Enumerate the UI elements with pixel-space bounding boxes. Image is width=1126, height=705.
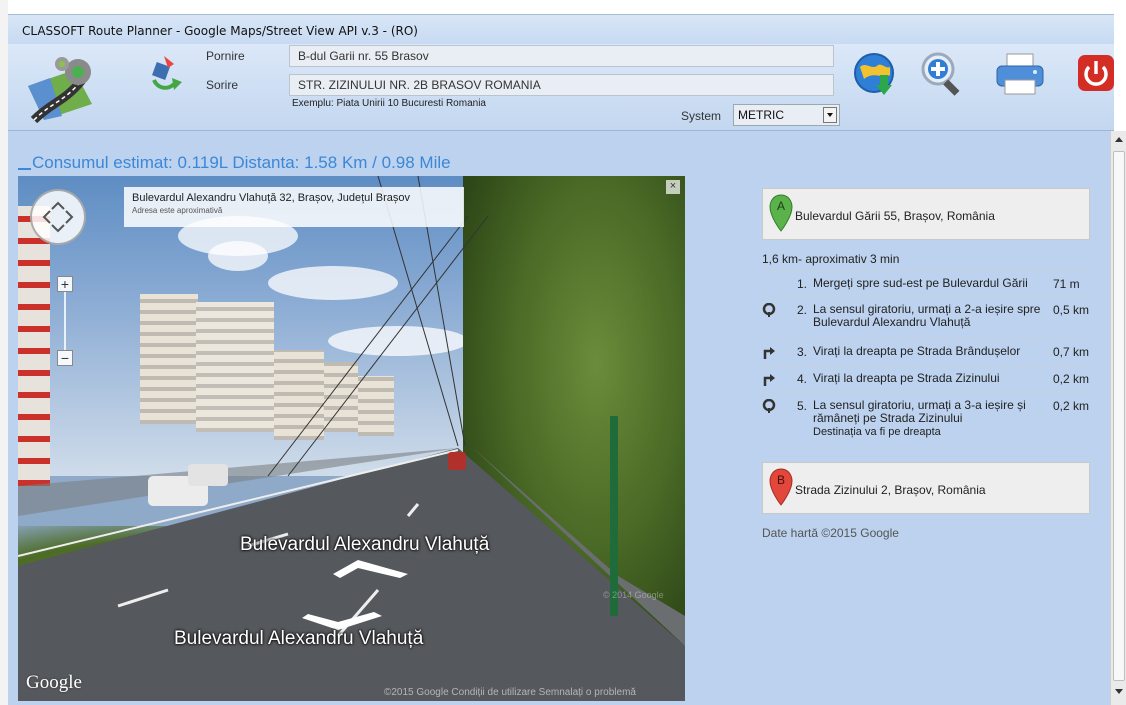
- estimate-text: Consumul estimat: 0.119L Distanta: 1.58 …: [32, 153, 451, 172]
- globe-download-icon[interactable]: [852, 51, 898, 97]
- scroll-up-icon[interactable]: [1115, 137, 1123, 142]
- step-number: 4.: [796, 372, 807, 386]
- divider: [762, 270, 1090, 271]
- app-window: CLASSOFT Route Planner - Google Maps/Str…: [0, 0, 1126, 705]
- google-logo: Google: [26, 672, 82, 693]
- map-terms[interactable]: ©2015 Google Condiții de utilizare Semna…: [384, 687, 636, 698]
- swap-route-icon[interactable]: [148, 54, 190, 96]
- step-distance: 0,2 km: [1053, 372, 1090, 386]
- step-distance: 71 m: [1053, 277, 1080, 291]
- scroll-down-icon[interactable]: [1115, 689, 1123, 694]
- printer-icon[interactable]: [995, 52, 1047, 96]
- zoom-in-button[interactable]: +: [57, 276, 73, 292]
- start-label: Pornire: [206, 49, 245, 63]
- step-2[interactable]: 2. La sensul giratoriu, urmați a 2-a ieș…: [762, 303, 1090, 339]
- vertical-scrollbar[interactable]: [1110, 131, 1126, 705]
- chevron-down-icon[interactable]: [823, 107, 837, 123]
- step-text: La sensul giratoriu, urmați a 3-a ieșire…: [813, 398, 1026, 425]
- step-number: 2.: [796, 303, 807, 317]
- power-icon[interactable]: [1076, 52, 1116, 96]
- step-1[interactable]: 1. Mergeți spre sud-est pe Bulevardul Gă…: [762, 277, 1090, 295]
- road-surface: [18, 176, 685, 701]
- scrollbar-thumb[interactable]: [1113, 151, 1125, 681]
- window-title: CLASSOFT Route Planner - Google Maps/Str…: [22, 24, 418, 38]
- step-text: Mergeți spre sud-est pe Bulevardul Gării: [813, 276, 1028, 290]
- street-label-top[interactable]: Bulevardul Alexandru Vlahuță: [240, 534, 489, 556]
- step-distance: 0,5 km: [1053, 303, 1090, 317]
- window-left-edge: [0, 0, 8, 705]
- turn-right-icon: [763, 347, 775, 359]
- zoom-slider-track[interactable]: [64, 292, 66, 352]
- app-logo-icon: [28, 57, 92, 124]
- divider: [762, 366, 1090, 367]
- start-address: Bulevardul Gării 55, Brașov, România: [795, 209, 995, 223]
- street-label-bottom[interactable]: Bulevardul Alexandru Vlahuță: [174, 628, 423, 650]
- divider: [762, 393, 1090, 394]
- step-4[interactable]: 4. Virați la dreapta pe Strada Zizinului…: [762, 372, 1090, 390]
- marker-a-letter: A: [777, 199, 785, 213]
- pan-control[interactable]: [30, 189, 86, 245]
- street-view-address-note: Adresa este aproximativă: [132, 206, 223, 215]
- system-select[interactable]: METRIC: [733, 104, 840, 126]
- zoom-control: + −: [57, 276, 73, 366]
- step-number: 5.: [796, 399, 807, 413]
- compass-arrows-icon: [42, 201, 74, 233]
- step-note: Destinația va fi pe dreapta: [813, 426, 941, 438]
- step-5[interactable]: 5. La sensul giratoriu, urmați a 3-a ieș…: [762, 399, 1090, 449]
- imagery-copyright: © 2014 Google: [603, 590, 664, 600]
- roundabout-icon: [762, 399, 776, 413]
- step-3[interactable]: 3. Virați la dreapta pe Strada Brândușel…: [762, 345, 1090, 363]
- start-address-field[interactable]: B-dul Garii nr. 55 Brasov: [289, 45, 834, 67]
- zoom-out-button[interactable]: −: [57, 350, 73, 366]
- roundabout-icon: [762, 303, 776, 317]
- step-text: La sensul giratoriu, urmați a 2-a ieșire…: [813, 302, 1041, 329]
- end-point[interactable]: B Strada Zizinului 2, Brașov, România: [762, 462, 1090, 514]
- step-distance: 0,7 km: [1053, 345, 1090, 359]
- system-label: System: [681, 109, 722, 123]
- estimate-underscore: [18, 168, 31, 170]
- map-data-credit: Date hartă ©2015 Google: [762, 526, 899, 540]
- route-summary: 1,6 km- aproximativ 3 min: [762, 252, 900, 266]
- end-address-field[interactable]: STR. ZIZINULUI NR. 2B BRASOV ROMANIA: [289, 74, 834, 96]
- marker-b-icon: B: [769, 468, 793, 506]
- street-view-panel[interactable]: + − Bulevardul Alexandru Vlahuță 32, Bra…: [18, 176, 685, 701]
- close-street-view-button[interactable]: ×: [666, 180, 680, 194]
- step-number: 1.: [796, 277, 807, 291]
- step-text: Virați la dreapta pe Strada Zizinului: [813, 371, 1000, 385]
- divider: [762, 339, 1090, 340]
- step-number: 3.: [796, 345, 807, 359]
- end-label: Sorire: [206, 78, 239, 92]
- street-view-address-box: Bulevardul Alexandru Vlahuță 32, Brașov,…: [124, 187, 464, 227]
- step-distance: 0,2 km: [1053, 399, 1090, 413]
- turn-right-icon: [763, 374, 775, 386]
- marker-a-icon: A: [769, 194, 793, 232]
- end-address: Strada Zizinului 2, Brașov, România: [795, 483, 986, 497]
- zoom-in-icon[interactable]: [919, 50, 967, 98]
- address-hint: Exemplu: Piata Unirii 10 Bucuresti Roman…: [292, 98, 486, 109]
- step-text-block: La sensul giratoriu, urmați a 3-a ieșire…: [813, 399, 1043, 439]
- divider: [762, 297, 1090, 298]
- step-text: Virați la dreapta pe Strada Brândușelor: [813, 344, 1021, 358]
- title-bar: CLASSOFT Route Planner - Google Maps/Str…: [8, 14, 1114, 45]
- marker-b-letter: B: [777, 473, 785, 487]
- start-point[interactable]: A Bulevardul Gării 55, Brașov, România: [762, 188, 1090, 240]
- street-view-address: Bulevardul Alexandru Vlahuță 32, Brașov,…: [132, 192, 411, 204]
- system-select-value: METRIC: [738, 108, 784, 122]
